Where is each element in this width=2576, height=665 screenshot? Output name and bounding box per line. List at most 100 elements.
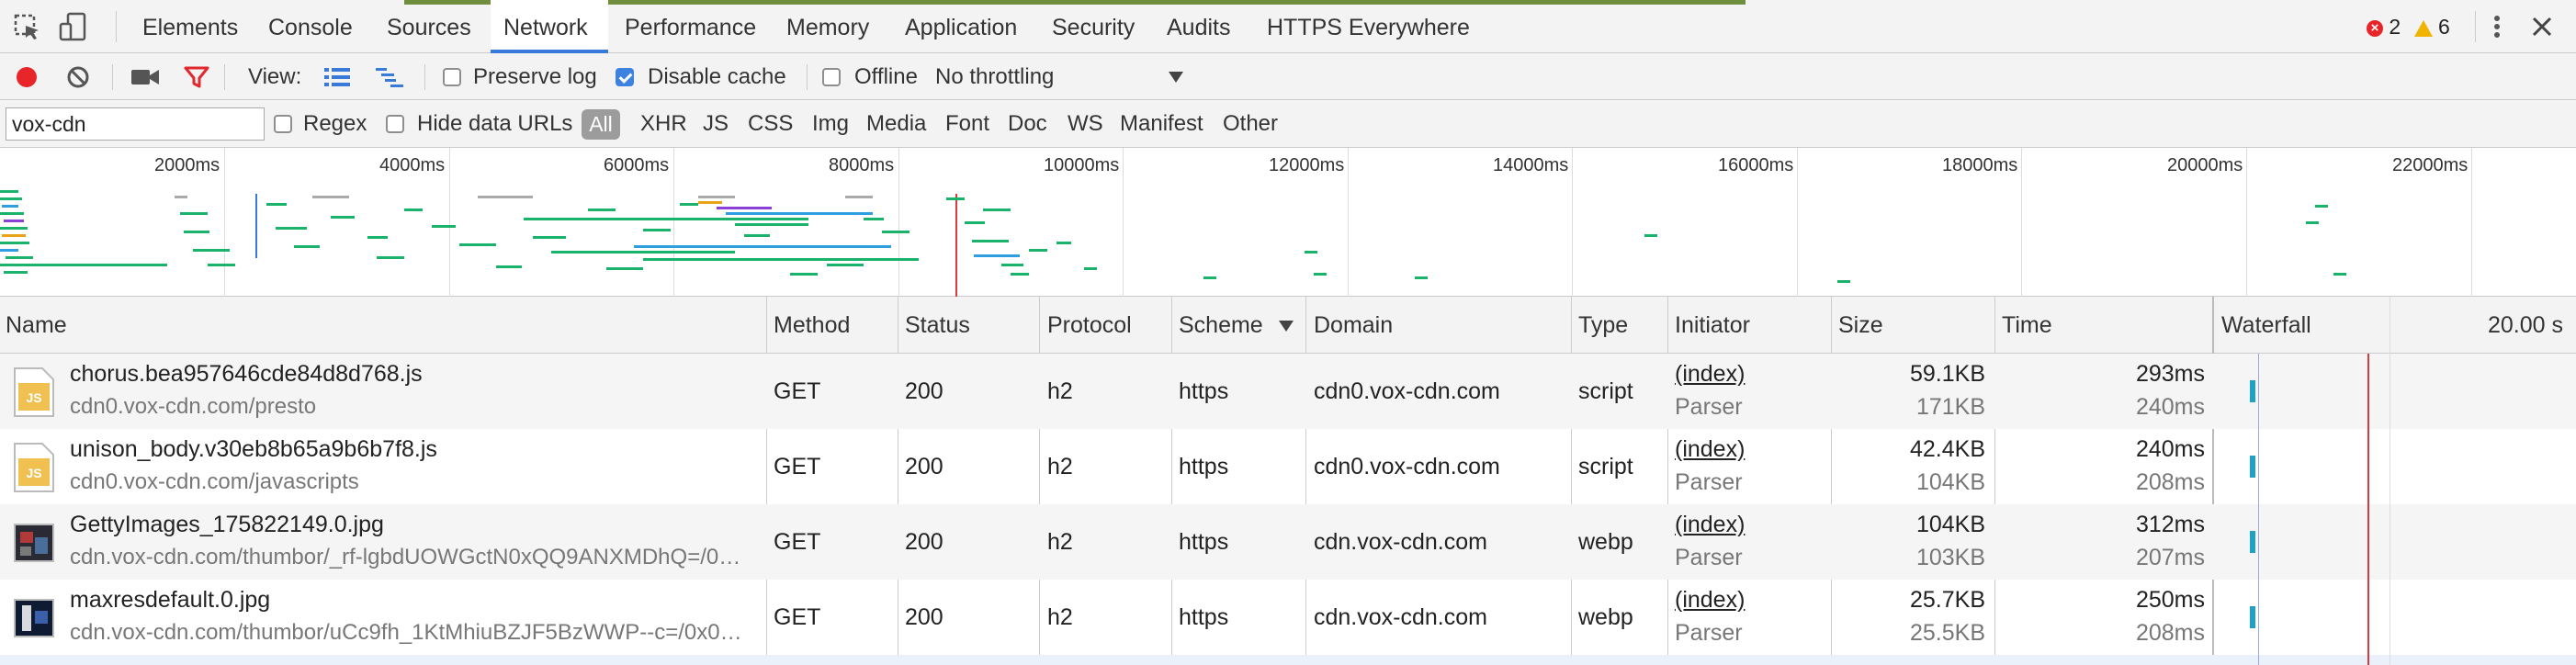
tab-label: Memory <box>786 15 870 40</box>
column-header-type[interactable]: Type <box>1578 297 1628 354</box>
initiator-link[interactable]: (index) <box>1675 587 1745 614</box>
tab-label: Network <box>503 15 588 40</box>
preserve-log-label: Preserve log <box>473 64 597 89</box>
filter-input[interactable] <box>6 107 265 141</box>
request-time: 312ms <box>2135 512 2205 537</box>
clear-icon[interactable] <box>66 65 90 89</box>
column-header-size[interactable]: Size <box>1838 297 1883 354</box>
more-options-icon[interactable] <box>2488 13 2506 40</box>
filter-type-all[interactable]: All <box>582 109 620 140</box>
initiator-link[interactable]: (index) <box>1675 436 1745 463</box>
disable-cache-checkbox[interactable] <box>616 68 634 86</box>
network-overview[interactable]: 2000ms 4000ms 6000ms 8000ms 10000ms 1200… <box>0 148 2576 297</box>
request-time: 240ms <box>2135 436 2205 462</box>
filter-type-media[interactable]: Media <box>866 100 926 148</box>
filter-type-css[interactable]: CSS <box>748 100 793 148</box>
tab-application[interactable]: Application <box>905 0 1017 53</box>
filter-type-doc[interactable]: Doc <box>1008 100 1047 148</box>
tab-sources[interactable]: Sources <box>387 0 471 53</box>
tab-memory[interactable]: Memory <box>786 0 869 53</box>
image-thumbnail-icon <box>14 524 54 562</box>
request-path: cdn.vox-cdn.com/thumbor/_rf-lgbdUOWGctN0… <box>70 545 741 569</box>
table-row[interactable]: maxresdefault.0.jpg cdn.vox-cdn.com/thum… <box>0 580 2576 655</box>
table-row[interactable] <box>0 655 2576 665</box>
dom-content-loaded-line <box>2258 354 2259 665</box>
tab-audits[interactable]: Audits <box>1167 0 1230 53</box>
column-header-status[interactable]: Status <box>905 297 970 354</box>
table-row[interactable]: GettyImages_175822149.0.jpg cdn.vox-cdn.… <box>0 504 2576 580</box>
column-header-protocol[interactable]: Protocol <box>1047 297 1132 354</box>
table-row[interactable]: JS unison_body.v30eb8b65a9b6b7f8.js cdn0… <box>0 429 2576 504</box>
tab-https-everywhere[interactable]: HTTPS Everywhere <box>1267 0 1470 53</box>
table-row[interactable]: JS chorus.bea957646cde84d8d768.js cdn0.v… <box>0 354 2576 429</box>
separator <box>424 64 425 90</box>
tick-label: 2000ms <box>154 155 220 175</box>
request-method: GET <box>774 378 821 404</box>
capture-screenshots-icon[interactable] <box>130 67 160 87</box>
waterfall-bar <box>2250 456 2255 478</box>
tab-console[interactable]: Console <box>268 0 353 53</box>
request-path: cdn0.vox-cdn.com/javascripts <box>70 469 359 494</box>
svg-text:JS: JS <box>26 466 41 480</box>
console-status-counter[interactable]: × 2 6 <box>2367 0 2450 53</box>
request-latency: 208ms <box>2135 469 2205 495</box>
request-path: cdn.vox-cdn.com/thumbor/uCc9fh_1KtMhiuBZ… <box>70 620 742 645</box>
filter-type-font[interactable]: Font <box>945 100 989 148</box>
initiator-link[interactable]: (index) <box>1675 512 1745 538</box>
tick-label: 6000ms <box>604 155 670 175</box>
waterfall-bar <box>2250 606 2255 628</box>
tick-label: 18000ms <box>1942 155 2018 175</box>
column-header-domain[interactable]: Domain <box>1314 297 1393 354</box>
separator <box>807 64 808 90</box>
hide-data-urls-checkbox[interactable] <box>386 115 404 133</box>
tab-network[interactable]: Network <box>491 0 608 53</box>
hide-data-urls-label: Hide data URLs <box>417 111 573 136</box>
initiator-link[interactable]: (index) <box>1675 361 1745 388</box>
close-icon[interactable] <box>2530 15 2554 39</box>
filter-type-other[interactable]: Other <box>1223 100 1278 148</box>
warning-icon <box>2413 19 2433 37</box>
overview-waterfall-icon[interactable] <box>375 66 404 88</box>
device-toolbar-icon[interactable] <box>57 11 90 44</box>
tab-performance[interactable]: Performance <box>625 0 756 53</box>
request-name: unison_body.v30eb8b65a9b6b7f8.js <box>70 436 437 462</box>
tab-security[interactable]: Security <box>1052 0 1135 53</box>
filter-type-js[interactable]: JS <box>703 100 729 148</box>
request-domain: cdn0.vox-cdn.com <box>1314 454 1500 479</box>
request-time: 250ms <box>2135 587 2205 613</box>
filter-icon[interactable] <box>184 65 209 89</box>
filter-type-manifest[interactable]: Manifest <box>1120 100 1203 148</box>
request-name: GettyImages_175822149.0.jpg <box>70 512 384 537</box>
column-header-scheme[interactable]: Scheme <box>1179 297 1263 354</box>
transfer-size: 59.1KB <box>1909 361 1985 387</box>
request-latency: 240ms <box>2135 394 2205 420</box>
inspect-element-icon[interactable] <box>13 13 42 42</box>
tab-label: Audits <box>1167 15 1231 40</box>
column-header-time[interactable]: Time <box>2002 297 2052 354</box>
tick-label: 4000ms <box>379 155 446 175</box>
regex-label: Regex <box>303 111 367 136</box>
svg-text:JS: JS <box>26 390 41 405</box>
request-status: 200 <box>905 454 943 479</box>
request-scheme: https <box>1179 604 1229 630</box>
regex-checkbox[interactable] <box>274 115 292 133</box>
filter-type-img[interactable]: Img <box>812 100 849 148</box>
request-status: 200 <box>905 604 943 630</box>
large-rows-icon[interactable] <box>323 66 351 88</box>
record-icon[interactable] <box>15 65 39 89</box>
tab-elements[interactable]: Elements <box>142 0 238 53</box>
throttling-select[interactable]: No throttling <box>928 53 1194 100</box>
tick-label: 8000ms <box>829 155 895 175</box>
tab-label: Application <box>905 15 1018 40</box>
column-header-waterfall[interactable]: Waterfall <box>2221 297 2311 354</box>
column-header-method[interactable]: Method <box>774 297 850 354</box>
offline-checkbox[interactable] <box>822 68 841 86</box>
column-header-name[interactable]: Name <box>6 297 67 354</box>
filter-type-xhr[interactable]: XHR <box>640 100 687 148</box>
separator <box>224 64 225 90</box>
filter-type-ws[interactable]: WS <box>1068 100 1103 148</box>
initiator-type: Parser <box>1675 469 1743 495</box>
offline-label: Offline <box>854 64 918 89</box>
preserve-log-checkbox[interactable] <box>443 68 461 86</box>
column-header-initiator[interactable]: Initiator <box>1675 297 1750 354</box>
